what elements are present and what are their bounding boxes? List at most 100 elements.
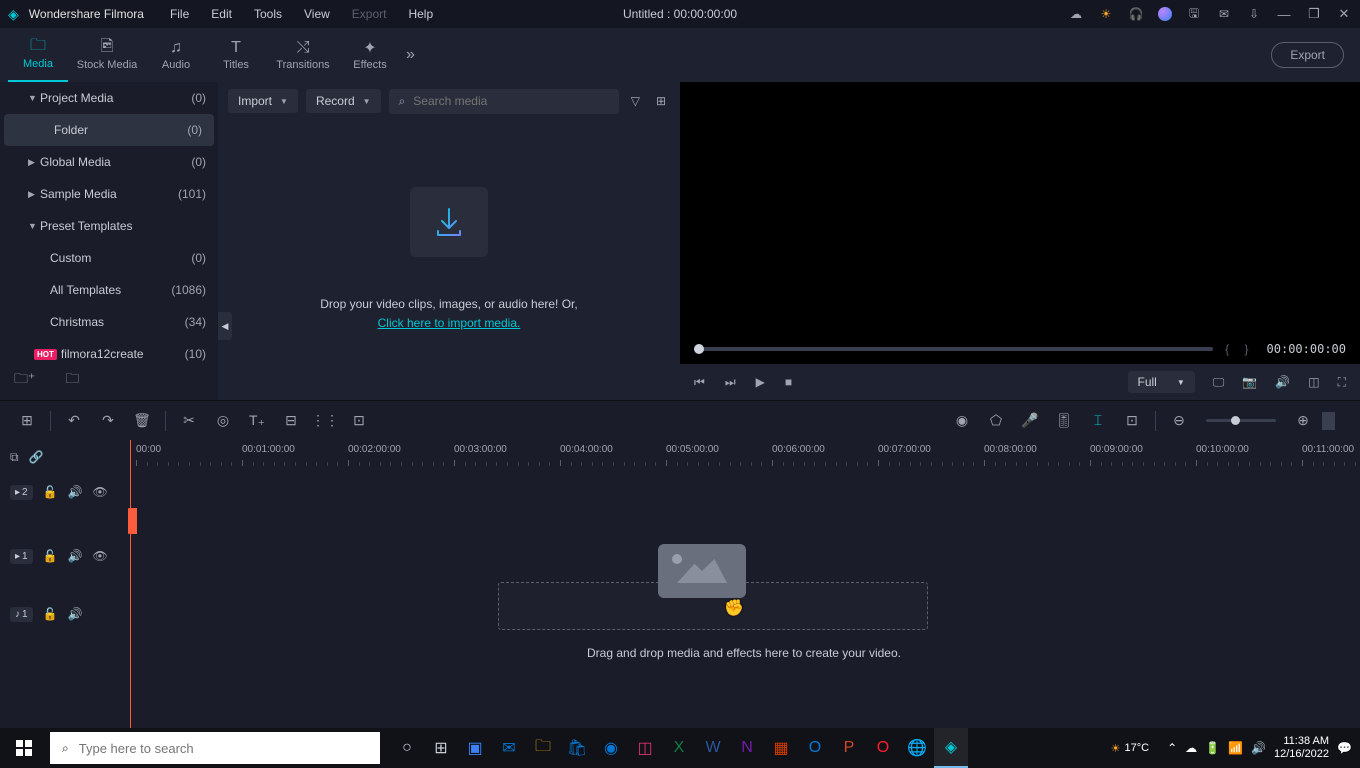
timeline-minimap[interactable]	[1322, 412, 1348, 430]
preview-viewport[interactable]	[680, 82, 1360, 334]
taskbar-search-input[interactable]	[79, 741, 368, 756]
tree-christmas[interactable]: Christmas(34)	[0, 306, 218, 338]
collapse-sidebar-button[interactable]: ◀	[218, 312, 232, 340]
zoom-slider[interactable]	[1206, 419, 1276, 422]
menu-help[interactable]: Help	[402, 7, 439, 21]
export-button[interactable]: Export	[1271, 42, 1344, 68]
tab-transitions[interactable]: ⤭Transitions	[266, 28, 340, 82]
cut-button[interactable]: ✂	[174, 406, 204, 436]
record-dropdown[interactable]: Record▼	[306, 89, 381, 113]
tab-effects[interactable]: ✦Effects	[340, 28, 400, 82]
opera-icon[interactable]: O	[866, 728, 900, 768]
menu-export[interactable]: Export	[346, 7, 393, 21]
tree-preset-templates[interactable]: ▼Preset Templates	[0, 210, 218, 242]
redo-button[interactable]: ↷	[93, 406, 123, 436]
stop-button[interactable]: ■	[785, 375, 792, 389]
tab-titles[interactable]: TTitles	[206, 28, 266, 82]
timeline-ruler[interactable]: 00:0000:01:00:0000:02:00:0000:03:00:0000…	[128, 440, 1360, 474]
instagram-icon[interactable]: ◫	[628, 728, 662, 768]
mute-icon[interactable]: 🔊	[68, 607, 83, 621]
import-dropdown[interactable]: Import▼	[228, 89, 298, 113]
render-button[interactable]: ◉	[947, 406, 977, 436]
snapshot-button[interactable]: 📷	[1242, 375, 1257, 389]
tree-project-media[interactable]: ▼Project Media(0)	[0, 82, 218, 114]
zoom-thumb[interactable]	[1231, 416, 1240, 425]
search-box[interactable]: ⌕	[389, 89, 619, 114]
text-button[interactable]: T₊	[242, 406, 272, 436]
crop-button[interactable]: ⊟	[276, 406, 306, 436]
snap-button[interactable]: ⌶	[1083, 406, 1113, 436]
scrub-thumb[interactable]	[694, 344, 704, 354]
tab-media[interactable]: 🗀Media	[8, 28, 68, 82]
undo-button[interactable]: ↶	[59, 406, 89, 436]
delete-button[interactable]: 🗑	[127, 406, 157, 436]
weather-widget[interactable]: ☀17°C	[1111, 742, 1149, 755]
scrub-track[interactable]	[694, 347, 1213, 351]
onedrive-icon[interactable]: ☁	[1185, 741, 1197, 755]
support-icon[interactable]: 🎧	[1128, 6, 1144, 22]
detach-button[interactable]: ⊡	[344, 406, 374, 436]
scrub-markers[interactable]: { }	[1225, 342, 1254, 356]
tree-custom[interactable]: Custom(0)	[0, 242, 218, 274]
download-icon[interactable]: ⇩	[1246, 6, 1262, 22]
explorer-icon[interactable]: 🗀	[526, 728, 560, 768]
task-view-icon[interactable]: ⊞	[424, 728, 458, 768]
open-folder-button[interactable]: 🗀	[65, 368, 79, 392]
filmora-taskbar-icon[interactable]: ◈	[934, 728, 968, 768]
play-button[interactable]: ▶	[756, 375, 765, 389]
audio-track-1-header[interactable]: ♪1 🔓 🔊	[0, 596, 128, 632]
playhead[interactable]	[130, 440, 131, 728]
menu-file[interactable]: File	[164, 7, 195, 21]
lock-icon[interactable]: 🔓	[43, 485, 58, 499]
voice-button[interactable]: 🎤	[1015, 406, 1045, 436]
more-tabs-button[interactable]: »	[406, 46, 415, 64]
app-icon[interactable]: ▣	[458, 728, 492, 768]
search-input[interactable]	[413, 94, 608, 108]
tips-icon[interactable]: ☀	[1098, 6, 1114, 22]
minimize-button[interactable]: —	[1276, 6, 1292, 22]
edge-icon[interactable]: ◉	[594, 728, 628, 768]
link-tracks-button[interactable]: 🔗	[29, 450, 44, 464]
timeline-tracks[interactable]: 00:0000:01:00:0000:02:00:0000:03:00:0000…	[128, 440, 1360, 728]
link-button[interactable]: ◎	[208, 406, 238, 436]
tree-folder[interactable]: Folder(0)	[4, 114, 214, 146]
next-frame-button[interactable]: ⏭	[725, 375, 736, 390]
zoom-out-button[interactable]: ⊖	[1164, 406, 1194, 436]
clock[interactable]: 11:38 AM12/16/2022	[1274, 735, 1329, 761]
tray-chevron-icon[interactable]: ⌃	[1167, 741, 1177, 755]
chrome-icon[interactable]: 🌐	[900, 728, 934, 768]
menu-tools[interactable]: Tools	[248, 7, 288, 21]
tab-audio[interactable]: ♫Audio	[146, 28, 206, 82]
lock-icon[interactable]: 🔓	[43, 549, 58, 563]
outlook-icon[interactable]: O	[798, 728, 832, 768]
save-icon[interactable]: 🖫	[1186, 6, 1202, 22]
marker-button[interactable]: ⬠	[981, 406, 1011, 436]
app-icon[interactable]: ▦	[764, 728, 798, 768]
new-folder-button[interactable]: 🗀⁺	[14, 368, 35, 392]
prev-frame-button[interactable]: ⏮	[694, 375, 705, 390]
word-icon[interactable]: W	[696, 728, 730, 768]
mute-icon[interactable]: 🔊	[68, 549, 83, 563]
battery-icon[interactable]: 🔋	[1205, 741, 1220, 755]
tree-sample-media[interactable]: ▶Sample Media(101)	[0, 178, 218, 210]
tab-stock-media[interactable]: 🖻Stock Media	[68, 28, 146, 82]
excel-icon[interactable]: X	[662, 728, 696, 768]
notifications-icon[interactable]: 💬	[1337, 741, 1352, 755]
cloud-icon[interactable]: ☁	[1068, 6, 1084, 22]
duplicate-button[interactable]: ⧉	[10, 450, 19, 465]
taskbar-search[interactable]: ⌕	[50, 732, 380, 764]
start-button[interactable]	[0, 728, 48, 768]
zoom-in-button[interactable]: ⊕	[1288, 406, 1318, 436]
volume-button[interactable]: 🔊	[1275, 375, 1290, 389]
video-track-2-header[interactable]: ▸2 🔓 🔊 👁	[0, 474, 128, 510]
adjust-button[interactable]: ⋮⋮	[310, 406, 340, 436]
menu-edit[interactable]: Edit	[205, 7, 238, 21]
grid-view-button[interactable]: ⊞	[652, 90, 670, 112]
message-icon[interactable]: ✉	[1216, 6, 1232, 22]
fullscreen-button[interactable]: ⛶	[1338, 375, 1346, 390]
filter-button[interactable]: ▽	[627, 90, 644, 112]
lock-icon[interactable]: 🔓	[43, 607, 58, 621]
display-button[interactable]: 🖵	[1213, 375, 1225, 390]
visibility-icon[interactable]: 👁	[93, 549, 108, 563]
wifi-icon[interactable]: 📶	[1228, 741, 1243, 755]
